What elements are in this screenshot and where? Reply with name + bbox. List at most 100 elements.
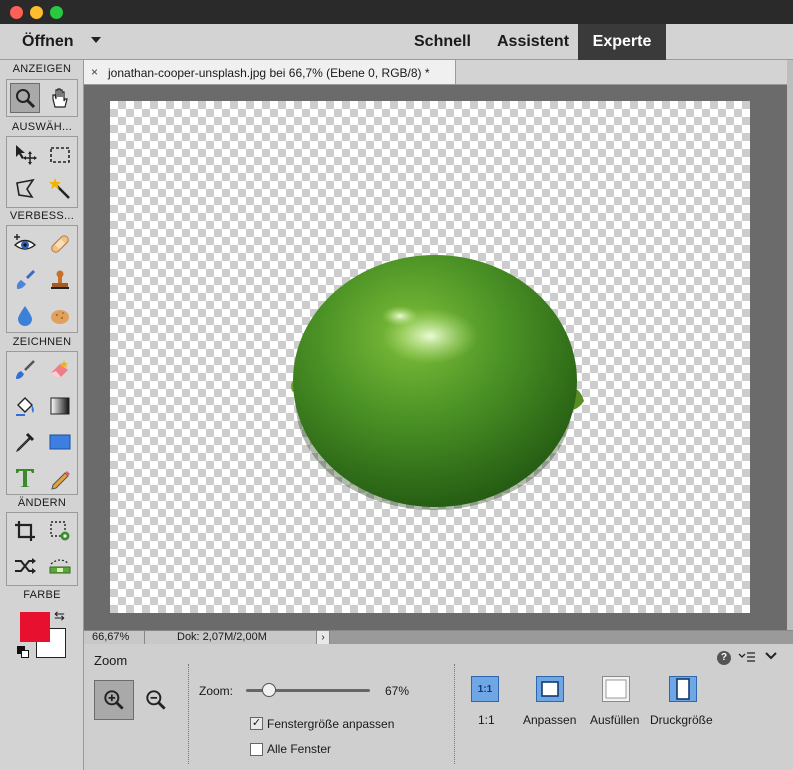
all-windows-checkbox[interactable] [250, 743, 263, 756]
zoom-in-button[interactable] [94, 680, 134, 720]
gradient-tool[interactable] [45, 391, 75, 421]
blur-tool[interactable] [10, 301, 40, 331]
swap-colors-icon[interactable]: ⇆ [54, 608, 65, 624]
maximize-window-button[interactable] [50, 6, 63, 19]
paintbrush-icon [16, 360, 35, 379]
mode-bar: Öffnen Schnell Assistent Experte [0, 24, 793, 60]
close-window-button[interactable] [10, 6, 23, 19]
recompose-tool[interactable] [45, 516, 75, 546]
section-label-enhance: VERBESS... [9, 210, 75, 222]
type-t-icon [16, 469, 34, 487]
crop-icon [15, 521, 35, 541]
stamp-icon [51, 270, 69, 289]
window-titlebar [0, 0, 793, 24]
options-separator [454, 664, 455, 764]
section-label-view: ANZEIGEN [12, 63, 72, 75]
shape-tool[interactable] [45, 427, 75, 457]
level-icon [49, 559, 71, 574]
print-size-label: Druckgröße [650, 713, 713, 727]
shuffle-arrows-icon [15, 558, 36, 574]
section-label-modify: ÄNDERN [17, 497, 67, 509]
zoom-slider-handle[interactable] [262, 683, 277, 697]
mode-tab-expert[interactable]: Experte [578, 24, 666, 60]
status-menu-arrow-icon[interactable]: › [316, 631, 330, 645]
sponge-tool[interactable] [45, 301, 75, 331]
move-icon [16, 145, 37, 165]
default-colors-icon[interactable] [17, 646, 29, 658]
type-tool[interactable] [10, 463, 40, 493]
status-divider [144, 631, 145, 645]
red-eye-tool[interactable] [10, 229, 40, 259]
open-button[interactable]: Öffnen [22, 33, 74, 51]
zoom-out-button[interactable] [136, 680, 176, 720]
paint-bucket-tool[interactable] [10, 391, 40, 421]
hand-tool[interactable] [45, 83, 75, 113]
minimize-window-button[interactable] [30, 6, 43, 19]
one-to-one-icon: 1:1 [477, 683, 493, 695]
paint-bucket-icon [16, 397, 34, 416]
image-canvas[interactable] [110, 101, 750, 613]
pencil-tool[interactable] [45, 463, 75, 493]
fit-window-checkbox[interactable]: ✓ [250, 717, 263, 730]
mode-tab-quick[interactable]: Schnell [414, 33, 471, 51]
smart-brush-tool[interactable] [10, 265, 40, 295]
eyedropper-icon [15, 432, 35, 453]
tool-group-select [6, 136, 78, 208]
actual-pixels-label: 1:1 [478, 713, 495, 727]
actual-pixels-button[interactable]: 1:1 [471, 676, 499, 702]
magic-wand-tool[interactable] [45, 174, 75, 204]
eraser-icon [51, 360, 68, 377]
polygon-lasso-icon [16, 178, 35, 199]
panel-menu-icon[interactable] [738, 650, 756, 667]
options-separator [188, 664, 189, 764]
rectangular-marquee-tool[interactable] [45, 140, 75, 170]
brush-tool[interactable] [10, 355, 40, 385]
zoom-tool[interactable] [10, 83, 40, 113]
eye-icon [13, 234, 37, 250]
tool-group-view [6, 79, 78, 117]
recompose-icon [50, 521, 70, 541]
horizontal-scrollbar[interactable] [330, 631, 793, 645]
lasso-tool[interactable] [10, 174, 40, 204]
status-bar: 66,67% Dok: 2,07M/2,00M › [84, 630, 793, 645]
foreground-color-swatch[interactable] [20, 612, 50, 642]
fit-screen-icon [541, 681, 559, 697]
marquee-icon [50, 147, 70, 163]
document-tab-title: jonathan-cooper-unsplash.jpg bei 66,7% (… [108, 66, 430, 80]
document-tab[interactable]: × jonathan-cooper-unsplash.jpg bei 66,7%… [84, 60, 456, 85]
crop-tool[interactable] [10, 516, 40, 546]
zoom-status-field[interactable]: 66,67% [92, 631, 129, 643]
collapse-panel-chevron-icon[interactable] [764, 650, 778, 665]
fill-screen-label: Ausfüllen [590, 713, 640, 727]
tool-group-modify [6, 512, 78, 586]
straighten-tool[interactable] [45, 551, 75, 581]
tab-strip [456, 60, 793, 85]
sponge-icon [51, 310, 69, 324]
zoom-value: 67% [385, 684, 410, 698]
vertical-scrollbar[interactable] [787, 60, 793, 640]
open-dropdown-chevron-icon[interactable] [91, 37, 101, 43]
all-windows-label: Alle Fenster [267, 742, 332, 756]
close-tab-icon[interactable]: × [91, 65, 98, 79]
fill-screen-button[interactable] [602, 676, 630, 702]
rectangle-shape-icon [49, 434, 71, 450]
tool-options-panel: Zoom ? Zoom: 67% ✓ Fenstergröße anpassen… [84, 644, 793, 770]
zoom-in-icon [104, 690, 124, 710]
print-size-button[interactable] [669, 676, 697, 702]
toolbox: ANZEIGEN AUSWÄH... VERBESS... ZEICHNEN Ä… [0, 60, 84, 770]
gradient-icon [50, 397, 70, 415]
bandage-icon [51, 235, 69, 253]
mode-tab-guided[interactable]: Assistent [497, 33, 569, 51]
fit-screen-button[interactable] [536, 676, 564, 702]
color-picker-tool[interactable] [10, 427, 40, 457]
section-label-color: FARBE [23, 589, 61, 601]
eraser-tool[interactable] [45, 355, 75, 385]
help-icon[interactable]: ? [717, 651, 731, 665]
clone-stamp-tool[interactable] [45, 265, 75, 295]
healing-brush-tool[interactable] [45, 229, 75, 259]
content-aware-move-tool[interactable] [10, 551, 40, 581]
move-tool[interactable] [10, 140, 40, 170]
brush-icon [16, 269, 36, 289]
fit-screen-label: Anpassen [523, 713, 577, 727]
pencil-icon [51, 471, 70, 490]
